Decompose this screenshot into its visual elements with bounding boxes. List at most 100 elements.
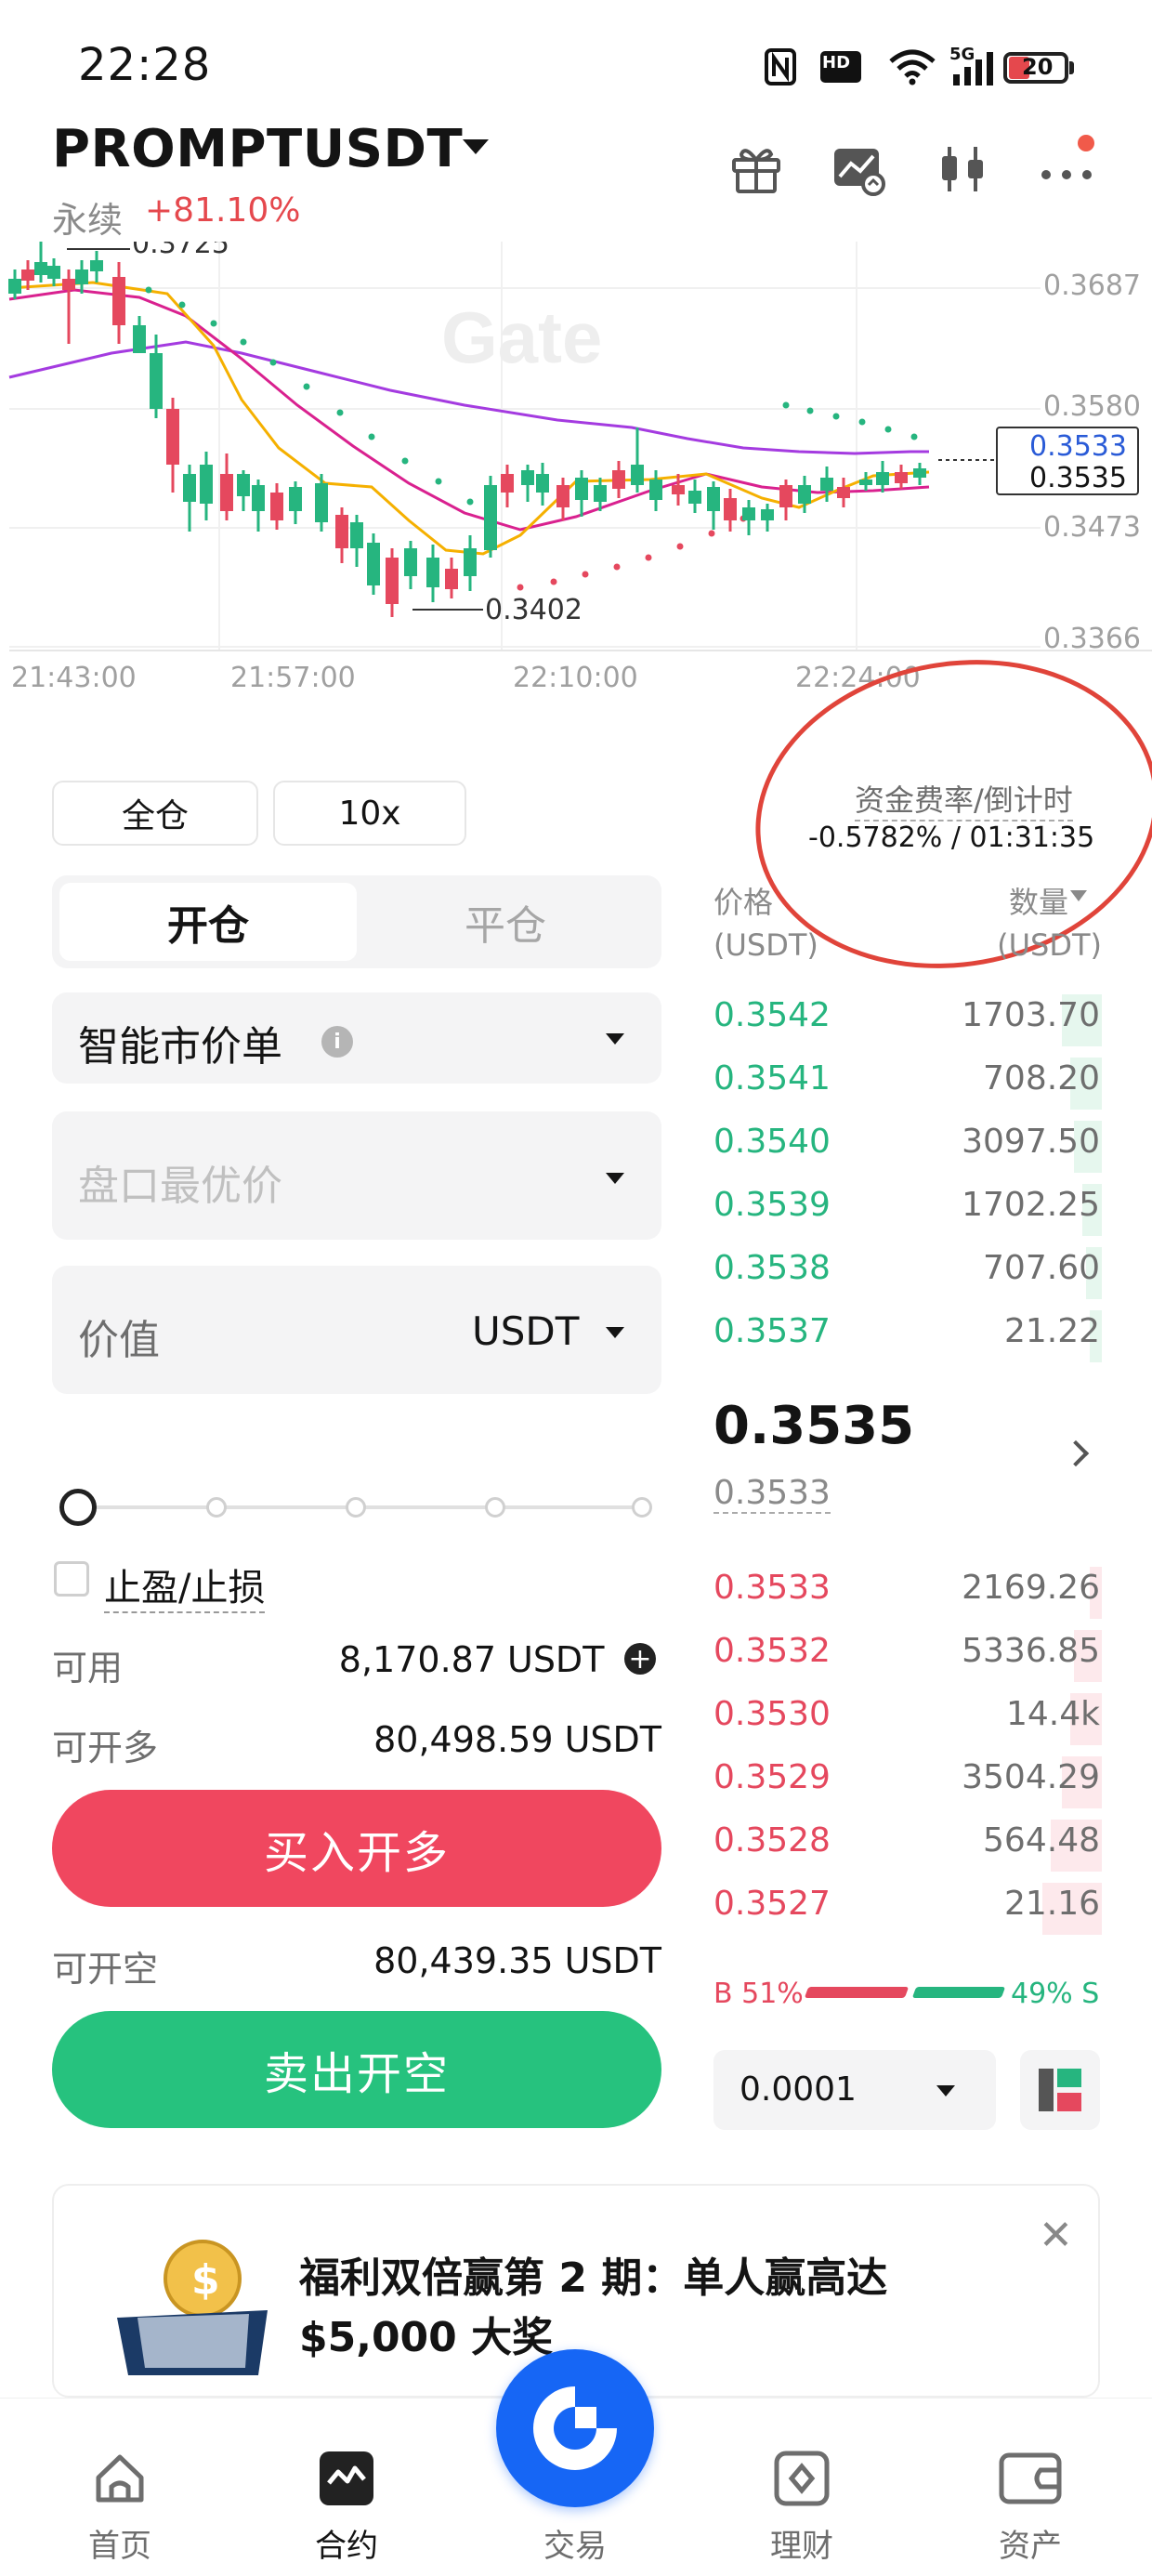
bid-price: 0.3533 <box>713 1569 831 1607</box>
value-unit-select[interactable]: USDT <box>472 1308 579 1354</box>
chevron-down-icon[interactable] <box>1070 890 1087 901</box>
candle-body <box>724 498 737 520</box>
candle-body <box>464 548 477 576</box>
hd-label: HD <box>822 53 851 72</box>
last-price: 0.3535 <box>713 1396 915 1456</box>
price-tick: 0.3366 <box>1043 623 1141 655</box>
ask-row[interactable]: 0.3538 707.60 <box>706 1242 1102 1299</box>
nav-trade-label[interactable]: 交易 <box>505 2520 645 2566</box>
candle-body <box>404 548 417 576</box>
candle-body <box>426 558 439 587</box>
chevron-down-icon[interactable] <box>463 139 489 154</box>
ask-qty: 3097.50 <box>962 1123 1100 1161</box>
info-icon[interactable]: i <box>321 1026 353 1058</box>
ask-row[interactable]: 0.3537 21.22 <box>706 1305 1102 1362</box>
candle-body <box>859 480 872 485</box>
gift-icon[interactable] <box>728 141 784 197</box>
leverage-button[interactable]: 10x <box>273 781 466 846</box>
time-tick: 21:43:00 <box>11 662 137 694</box>
bid-price: 0.3529 <box>713 1758 831 1796</box>
candle-body <box>220 474 233 511</box>
battery-icon: 20 <box>1003 52 1068 84</box>
close-icon[interactable]: ✕ <box>1039 2212 1073 2259</box>
home-icon <box>96 2454 144 2503</box>
candle-body <box>631 465 644 485</box>
ask-row[interactable]: 0.3541 708.20 <box>706 1052 1102 1110</box>
max-short-label: 可开空 <box>52 1949 159 1990</box>
ask-row[interactable]: 0.3539 1702.25 <box>706 1178 1102 1236</box>
candle-body <box>21 269 34 281</box>
bid-qty: 3504.29 <box>962 1758 1100 1796</box>
slider-step-25[interactable] <box>206 1497 227 1518</box>
bid-row[interactable]: 0.3527 21.16 <box>706 1877 1102 1935</box>
ask-qty: 707.60 <box>983 1249 1100 1287</box>
slider-step-75[interactable] <box>485 1497 505 1518</box>
bid-price: 0.3530 <box>713 1695 831 1733</box>
depth-step-value: 0.0001 <box>740 2070 857 2109</box>
chevron-down-icon <box>606 1327 624 1338</box>
bid-row[interactable]: 0.3529 3504.29 <box>706 1751 1102 1808</box>
available-unit: USDT <box>507 1639 605 1680</box>
sell-short-button[interactable]: 卖出开空 <box>52 2011 661 2128</box>
bid-row[interactable]: 0.3528 564.48 <box>706 1814 1102 1872</box>
nav-assets[interactable]: 资产 <box>961 2444 1100 2565</box>
bid-row[interactable]: 0.3532 5336.85 <box>706 1624 1102 1682</box>
price-tick: 0.3687 <box>1043 269 1141 302</box>
max-long-label: 可开多 <box>52 1728 159 1768</box>
ask-row[interactable]: 0.3540 3097.50 <box>706 1115 1102 1173</box>
contract-type: 永续 <box>52 200 124 241</box>
gate-logo-icon <box>533 2386 617 2470</box>
pair-selector[interactable]: PROMPTUSDT <box>52 119 463 179</box>
candle-body <box>649 480 662 500</box>
chart-watermark: Gate <box>441 296 602 378</box>
chevron-right-icon[interactable] <box>1062 1439 1090 1467</box>
candle-body <box>133 325 146 353</box>
ask-price: 0.3540 <box>713 1123 831 1161</box>
order-type-label: 智能市价单 <box>78 1023 282 1071</box>
bid-row[interactable]: 0.3533 2169.26 <box>706 1561 1102 1619</box>
tab-close[interactable]: 平仓 <box>357 883 654 961</box>
transfer-plus-icon[interactable]: + <box>624 1643 656 1676</box>
buy-long-button[interactable]: 买入开多 <box>52 1790 661 1907</box>
available-label: 可用 <box>52 1648 124 1689</box>
chart-icon[interactable] <box>831 141 886 197</box>
bid-qty: 2169.26 <box>962 1569 1100 1607</box>
nav-home[interactable]: 首页 <box>50 2444 190 2565</box>
candle-body <box>707 487 720 511</box>
slider-step-50[interactable] <box>346 1497 366 1518</box>
candle-body <box>237 474 250 496</box>
notification-dot <box>1078 135 1094 151</box>
status-time: 22:28 <box>78 39 212 91</box>
slider-step-100[interactable] <box>632 1497 652 1518</box>
margin-mode-button[interactable]: 全仓 <box>52 781 258 846</box>
price-tick: 0.3580 <box>1043 390 1141 423</box>
tpsl-label[interactable]: 止盈/止损 <box>104 1557 266 1613</box>
signal-5g-label: 5G <box>949 45 975 64</box>
candle-body <box>183 474 196 502</box>
price-change: +81.10% <box>145 191 301 230</box>
nav-home-label: 首页 <box>88 2528 151 2565</box>
bid-row[interactable]: 0.3530 14.4k <box>706 1688 1102 1745</box>
candles-icon[interactable] <box>935 141 990 197</box>
ask-row[interactable]: 0.3542 1703.70 <box>706 989 1102 1046</box>
tab-open[interactable]: 开仓 <box>59 883 357 961</box>
battery-level: 20 <box>1022 54 1054 80</box>
svg-text:$: $ <box>191 2256 220 2304</box>
price-tick: 0.3473 <box>1043 511 1141 544</box>
mark-price[interactable]: 0.3533 <box>713 1474 831 1514</box>
price-chart[interactable]: Gate 0.3725 0.3402 <box>0 242 1152 706</box>
time-tick: 22:10:00 <box>513 662 638 694</box>
trade-fab-button[interactable] <box>496 2349 654 2507</box>
slider-thumb[interactable] <box>59 1489 97 1526</box>
tpsl-checkbox[interactable] <box>54 1561 89 1597</box>
wifi-icon <box>886 46 938 87</box>
nav-futures[interactable]: 合约 <box>277 2444 416 2565</box>
candle-body <box>521 470 534 485</box>
candle-body <box>536 474 549 493</box>
candle-body <box>367 543 380 585</box>
ask-qty: 21.22 <box>1003 1312 1100 1350</box>
nav-earn[interactable]: 理财 <box>732 2444 871 2565</box>
candle-body <box>501 474 514 493</box>
ask-qty: 1703.70 <box>962 996 1100 1034</box>
layout-toggle-button[interactable] <box>1020 2050 1100 2130</box>
